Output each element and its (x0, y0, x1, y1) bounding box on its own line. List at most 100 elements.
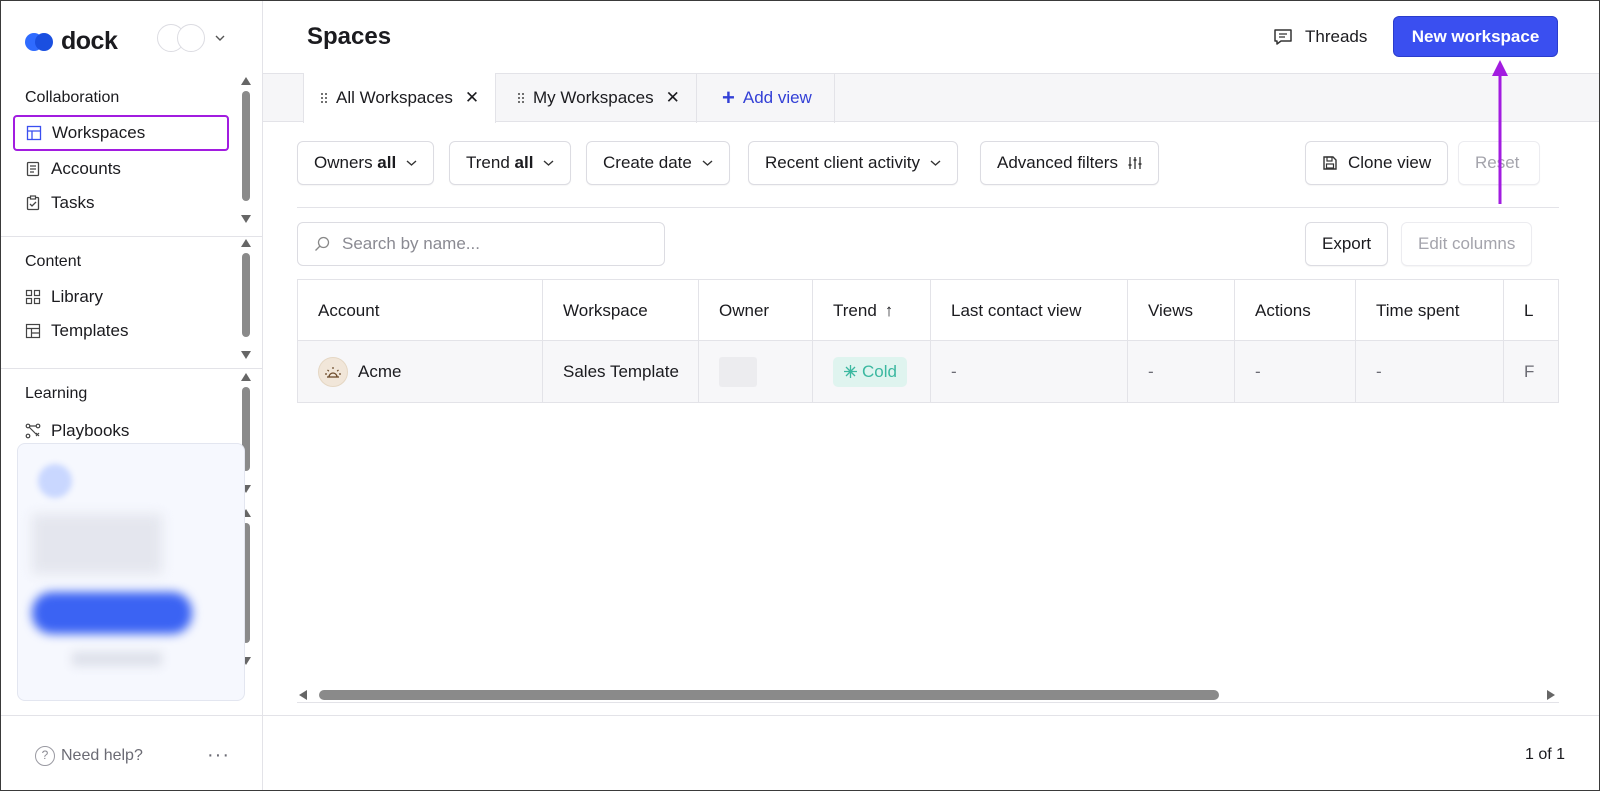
new-workspace-button[interactable]: New workspace (1393, 16, 1558, 57)
sidebar-item-templates[interactable]: Templates (13, 313, 229, 349)
sidebar-item-label: Playbooks (51, 421, 130, 440)
column-header-owner[interactable]: Owner (699, 280, 813, 341)
recent-activity-filter[interactable]: Recent client activity (748, 141, 958, 185)
column-header-trend[interactable]: Trend ↑ (813, 280, 931, 341)
sidebar-item-library[interactable]: Library (13, 279, 229, 315)
trend-filter[interactable]: Trend all (449, 141, 572, 185)
sidebar-item-accounts[interactable]: Accounts (13, 151, 229, 187)
sun-cloud-icon (318, 356, 348, 387)
trend-filter-label: Trend all (466, 153, 534, 172)
owners-filter[interactable]: Owners all (297, 141, 435, 185)
status-badge: Cold (833, 356, 907, 387)
divider (297, 207, 1559, 208)
logo-text: dock (61, 27, 118, 55)
search-icon (315, 236, 330, 251)
need-help-link[interactable]: ? Need help? (35, 746, 143, 766)
owner-avatar (719, 356, 757, 387)
promo-link[interactable] (72, 652, 162, 666)
scroll-right-icon[interactable] (1547, 690, 1555, 700)
status-badge-label: Cold (862, 361, 897, 381)
logo[interactable]: dock (25, 27, 118, 56)
tab-all-workspaces[interactable]: All Workspaces ✕ (303, 73, 497, 123)
table-header: Account Workspace Owner Trend ↑ Last con… (298, 280, 1558, 341)
tab-my-workspaces[interactable]: My Workspaces ✕ (501, 73, 697, 123)
chevron-down-icon (930, 160, 941, 166)
create-date-filter[interactable]: Create date (586, 141, 730, 185)
promo-logo-icon (38, 464, 72, 498)
scroll-up-icon[interactable] (241, 77, 251, 85)
export-button[interactable]: Export (1305, 222, 1389, 266)
owners-filter-label: Owners all (314, 153, 397, 172)
chevron-down-icon (215, 35, 225, 41)
export-label: Export (1322, 234, 1372, 253)
tab-label: All Workspaces (336, 88, 453, 107)
column-header-views[interactable]: Views (1128, 280, 1235, 341)
view-tabs: All Workspaces ✕ My Workspaces ✕ + Add v… (263, 73, 1599, 123)
scrollbar[interactable] (241, 77, 251, 223)
scroll-up-icon[interactable] (241, 239, 251, 247)
drag-handle-icon[interactable] (517, 92, 525, 104)
close-icon[interactable]: ✕ (666, 88, 680, 108)
scroll-down-icon[interactable] (241, 215, 251, 223)
workspace-cell[interactable]: Sales Template (543, 341, 699, 402)
section-title: Collaboration (25, 89, 120, 106)
sort-ascending-icon: ↑ (884, 300, 894, 320)
scrollbar-thumb[interactable] (319, 690, 1219, 700)
table-row[interactable]: Acme Sales Template Cold - - - - F (298, 341, 1558, 402)
column-header-last-contact-view[interactable]: Last contact view (931, 280, 1128, 341)
help-icon: ? (35, 746, 55, 766)
scroll-left-icon[interactable] (299, 690, 307, 700)
tasks-icon (26, 195, 40, 211)
time-spent-cell: - (1356, 341, 1504, 402)
sidebar-item-label: Tasks (51, 193, 95, 212)
chevron-down-icon (406, 160, 417, 166)
search-input[interactable]: Search by name... (342, 234, 480, 254)
drag-handle-icon[interactable] (320, 92, 328, 104)
templates-icon (25, 323, 41, 339)
last-contact-view-cell: - (931, 341, 1128, 402)
annotation-arrow-icon (1492, 60, 1508, 204)
advanced-filters-button[interactable]: Advanced filters (980, 141, 1159, 185)
workspaces-icon (26, 125, 42, 141)
sidebar-item-workspaces[interactable]: Workspaces (13, 115, 229, 151)
scroll-up-icon[interactable] (241, 373, 251, 381)
section-content: Content Library Templates (1, 236, 263, 366)
sidebar-item-label: Accounts (51, 159, 121, 178)
scrollbar-thumb[interactable] (242, 91, 250, 201)
column-header-truncated[interactable]: L (1504, 280, 1558, 341)
threads-button[interactable]: Threads (1273, 27, 1367, 47)
views-cell: - (1128, 341, 1235, 402)
help-row: ? Need help? ··· (1, 715, 263, 790)
tab-label: My Workspaces (533, 88, 654, 107)
add-view-button[interactable]: + Add view (700, 73, 835, 123)
column-header-account[interactable]: Account (298, 280, 543, 341)
clone-view-button[interactable]: Clone view (1305, 141, 1449, 185)
account-cell[interactable]: Acme (298, 341, 543, 402)
scroll-down-icon[interactable] (241, 351, 251, 359)
truncated-cell: F (1524, 361, 1535, 381)
trend-cell: Cold (813, 341, 931, 402)
horizontal-scrollbar[interactable] (297, 687, 1559, 703)
workspace-switcher[interactable] (157, 24, 225, 52)
owner-cell (699, 341, 813, 402)
close-icon[interactable]: ✕ (465, 88, 479, 108)
scrollbar[interactable] (241, 239, 251, 359)
scrollbar-thumb[interactable] (242, 253, 250, 337)
recent-activity-label: Recent client activity (765, 153, 920, 172)
library-icon (25, 289, 41, 305)
chat-bubble-icon (1274, 29, 1292, 45)
save-icon (1323, 156, 1337, 170)
sidebar-item-label: Library (51, 287, 103, 306)
column-header-time-spent[interactable]: Time spent (1356, 280, 1504, 341)
column-header-workspace[interactable]: Workspace (543, 280, 699, 341)
pagination-text: 1 of 1 (1524, 746, 1565, 763)
search-box[interactable]: Search by name... (297, 222, 665, 266)
column-header-actions[interactable]: Actions (1235, 280, 1356, 341)
sidebar-item-tasks[interactable]: Tasks (13, 185, 229, 221)
promo-button[interactable] (32, 592, 192, 634)
edit-columns-button[interactable]: Edit columns (1401, 222, 1533, 266)
snowflake-icon (844, 365, 857, 378)
promo-card (17, 443, 245, 701)
more-icon[interactable]: ··· (207, 744, 230, 767)
chevron-down-icon (543, 160, 554, 166)
